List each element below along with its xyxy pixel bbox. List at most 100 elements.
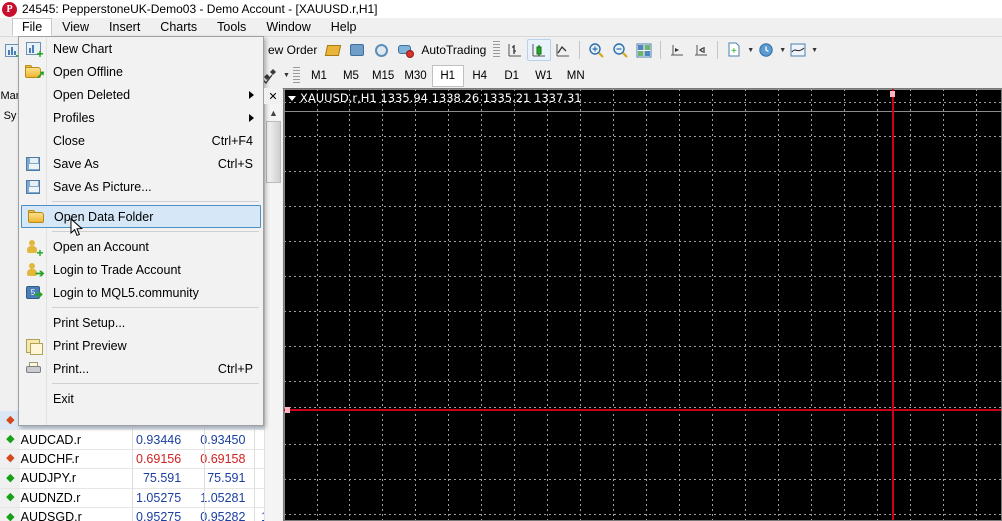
shift-end-icon[interactable]: [665, 39, 689, 61]
menu-item-open-offline[interactable]: ➚ Open Offline: [19, 60, 263, 83]
table-row[interactable]: ◆ AUDSGD.r 0.95275 0.95282 10: [0, 508, 281, 521]
account-login-icon: ➔: [24, 262, 45, 279]
candlestick-chart-icon[interactable]: [527, 39, 552, 61]
tools-chevron-down-icon[interactable]: ▼: [283, 72, 290, 79]
template-icon[interactable]: +: [722, 39, 746, 61]
menu-insert[interactable]: Insert: [99, 18, 150, 36]
menu-grip: [0, 18, 12, 36]
timeframe-w1[interactable]: W1: [528, 65, 560, 87]
bar-chart-icon[interactable]: [503, 39, 527, 61]
toolbar-grip-2: [493, 41, 501, 59]
bid-cell: 0.93446: [136, 432, 182, 447]
market-watch-tab[interactable]: Mar: [0, 88, 20, 104]
symbol-cell: AUDCHF.r: [20, 451, 79, 466]
crosshair-top-handle[interactable]: [890, 91, 895, 97]
symbol-cell: AUDCAD.r: [20, 432, 82, 447]
menu-window[interactable]: Window: [256, 18, 320, 36]
toolbar-separator-2: [660, 41, 662, 59]
strategy-tester-icon[interactable]: [345, 39, 369, 61]
menu-item-close[interactable]: Close Ctrl+F4: [19, 129, 263, 152]
bid-cell: 0.69156: [136, 451, 182, 466]
menu-view[interactable]: View: [52, 18, 99, 36]
close-panel-icon[interactable]: ✕: [264, 88, 282, 104]
menu-separator: [52, 231, 259, 232]
timeframe-h4[interactable]: H4: [464, 65, 496, 87]
menu-item-new-chart[interactable]: + New Chart: [19, 37, 263, 60]
bid-cell: 1.05275: [136, 490, 182, 505]
signals-icon[interactable]: [369, 39, 393, 61]
crosshair-left-handle[interactable]: [285, 407, 290, 413]
timeframe-h1[interactable]: H1: [431, 64, 464, 87]
chart-window[interactable]: XAUUSD.r,H1 1335.94 1338.26 1335.21 1337…: [283, 88, 1002, 521]
menu-item-print-setup[interactable]: Print Setup...: [19, 311, 263, 334]
expert-advisor-icon[interactable]: [321, 39, 345, 61]
menu-item-label: Login to MQL5.community: [53, 285, 199, 300]
menu-item-profiles[interactable]: Profiles: [19, 106, 263, 129]
menu-item-label: Profiles: [53, 110, 95, 125]
menu-item-open-deleted[interactable]: Open Deleted: [19, 83, 263, 106]
symbol-cell: AUDNZD.r: [20, 490, 81, 505]
crosshair-vertical-line: [892, 89, 894, 520]
symbol-cell: AUDSGD.r: [20, 510, 82, 521]
menu-item-exit[interactable]: Exit: [19, 387, 263, 410]
indicators-chevron-down-icon[interactable]: ▼: [811, 47, 818, 54]
market-watch-scrollbar[interactable]: ▲: [264, 88, 282, 521]
menu-item-label: New Chart: [53, 41, 113, 56]
period-icon[interactable]: [754, 39, 778, 61]
timeframe-d1[interactable]: D1: [496, 65, 528, 87]
menu-item-open-data-folder[interactable]: Open Data Folder: [21, 205, 261, 228]
template-chevron-down-icon[interactable]: ▼: [747, 47, 754, 54]
menu-item-login-trade-account[interactable]: ➔ Login to Trade Account: [19, 258, 263, 281]
zoom-out-icon[interactable]: [608, 39, 632, 61]
menu-item-print-preview[interactable]: Print Preview: [19, 334, 263, 357]
print-preview-icon: [24, 338, 43, 355]
symbol-cell: AUDJPY.r: [20, 471, 76, 486]
table-row[interactable]: ◆ AUDCHF.r 0.69156 0.69158 2: [0, 450, 281, 470]
menu-help[interactable]: Help: [321, 18, 367, 36]
menu-item-print[interactable]: Print... Ctrl+P: [19, 357, 263, 380]
menu-item-open-an-account[interactable]: + Open an Account: [19, 235, 263, 259]
save-disk-icon: [24, 156, 42, 172]
table-row[interactable]: ◆ AUDCAD.r 0.93446 0.93450 4: [0, 430, 281, 450]
ask-cell: 1.05281: [200, 490, 246, 505]
scrollbar-thumb[interactable]: [266, 121, 281, 183]
ask-cell: 75.591: [207, 471, 246, 486]
direction-up-icon: ◆: [6, 510, 15, 521]
table-row[interactable]: ◆ AUDJPY.r 75.591 75.591 0: [0, 469, 281, 489]
timeframe-m30[interactable]: M30: [399, 65, 431, 87]
menu-item-shortcut: Ctrl+S: [217, 156, 253, 171]
menu-charts[interactable]: Charts: [150, 18, 207, 36]
direction-down-icon: ◆: [6, 452, 15, 465]
timeframe-mn[interactable]: MN: [560, 65, 592, 87]
menu-separator: [52, 383, 259, 384]
chart-dropdown-icon[interactable]: [288, 96, 296, 101]
menu-item-save-as[interactable]: Save As Ctrl+S: [19, 152, 263, 175]
line-chart-icon[interactable]: [551, 39, 575, 61]
menu-item-label: Print Preview: [53, 338, 127, 353]
period-chevron-down-icon[interactable]: ▼: [779, 47, 786, 54]
menu-item-label: Open Data Folder: [54, 209, 154, 224]
menu-tools[interactable]: Tools: [207, 18, 256, 36]
bid-cell: 0.95275: [136, 510, 182, 521]
title-bar: P 24545: PepperstoneUK-Demo03 - Demo Acc…: [0, 0, 1002, 18]
timeframe-m5[interactable]: M5: [335, 65, 367, 87]
scroll-up-icon[interactable]: ▲: [265, 105, 282, 121]
autotrading-icon[interactable]: [393, 39, 417, 61]
direction-up-icon: ◆: [6, 491, 15, 504]
timeframe-m1[interactable]: M1: [303, 65, 335, 87]
app-icon: P: [2, 1, 17, 17]
menu-item-login-mql5[interactable]: 5 ➔ Login to MQL5.community: [19, 281, 263, 304]
menu-item-shortcut: Ctrl+P: [217, 361, 253, 376]
zoom-in-icon[interactable]: [584, 39, 608, 61]
menu-item-label: Login to Trade Account: [53, 262, 181, 277]
new-order-button[interactable]: ew Order: [264, 43, 321, 57]
auto-scroll-icon[interactable]: [689, 39, 713, 61]
table-row[interactable]: ◆ AUDNZD.r 1.05275 1.05281 6: [0, 489, 281, 508]
menu-item-save-as-picture[interactable]: Save As Picture...: [19, 175, 263, 198]
timeframe-m15[interactable]: M15: [367, 65, 399, 87]
autotrading-label[interactable]: AutoTrading: [417, 43, 490, 57]
tile-windows-icon[interactable]: [632, 39, 656, 61]
menu-file[interactable]: File: [12, 18, 53, 36]
submenu-arrow-icon: [249, 113, 254, 122]
indicators-icon[interactable]: [786, 39, 810, 61]
